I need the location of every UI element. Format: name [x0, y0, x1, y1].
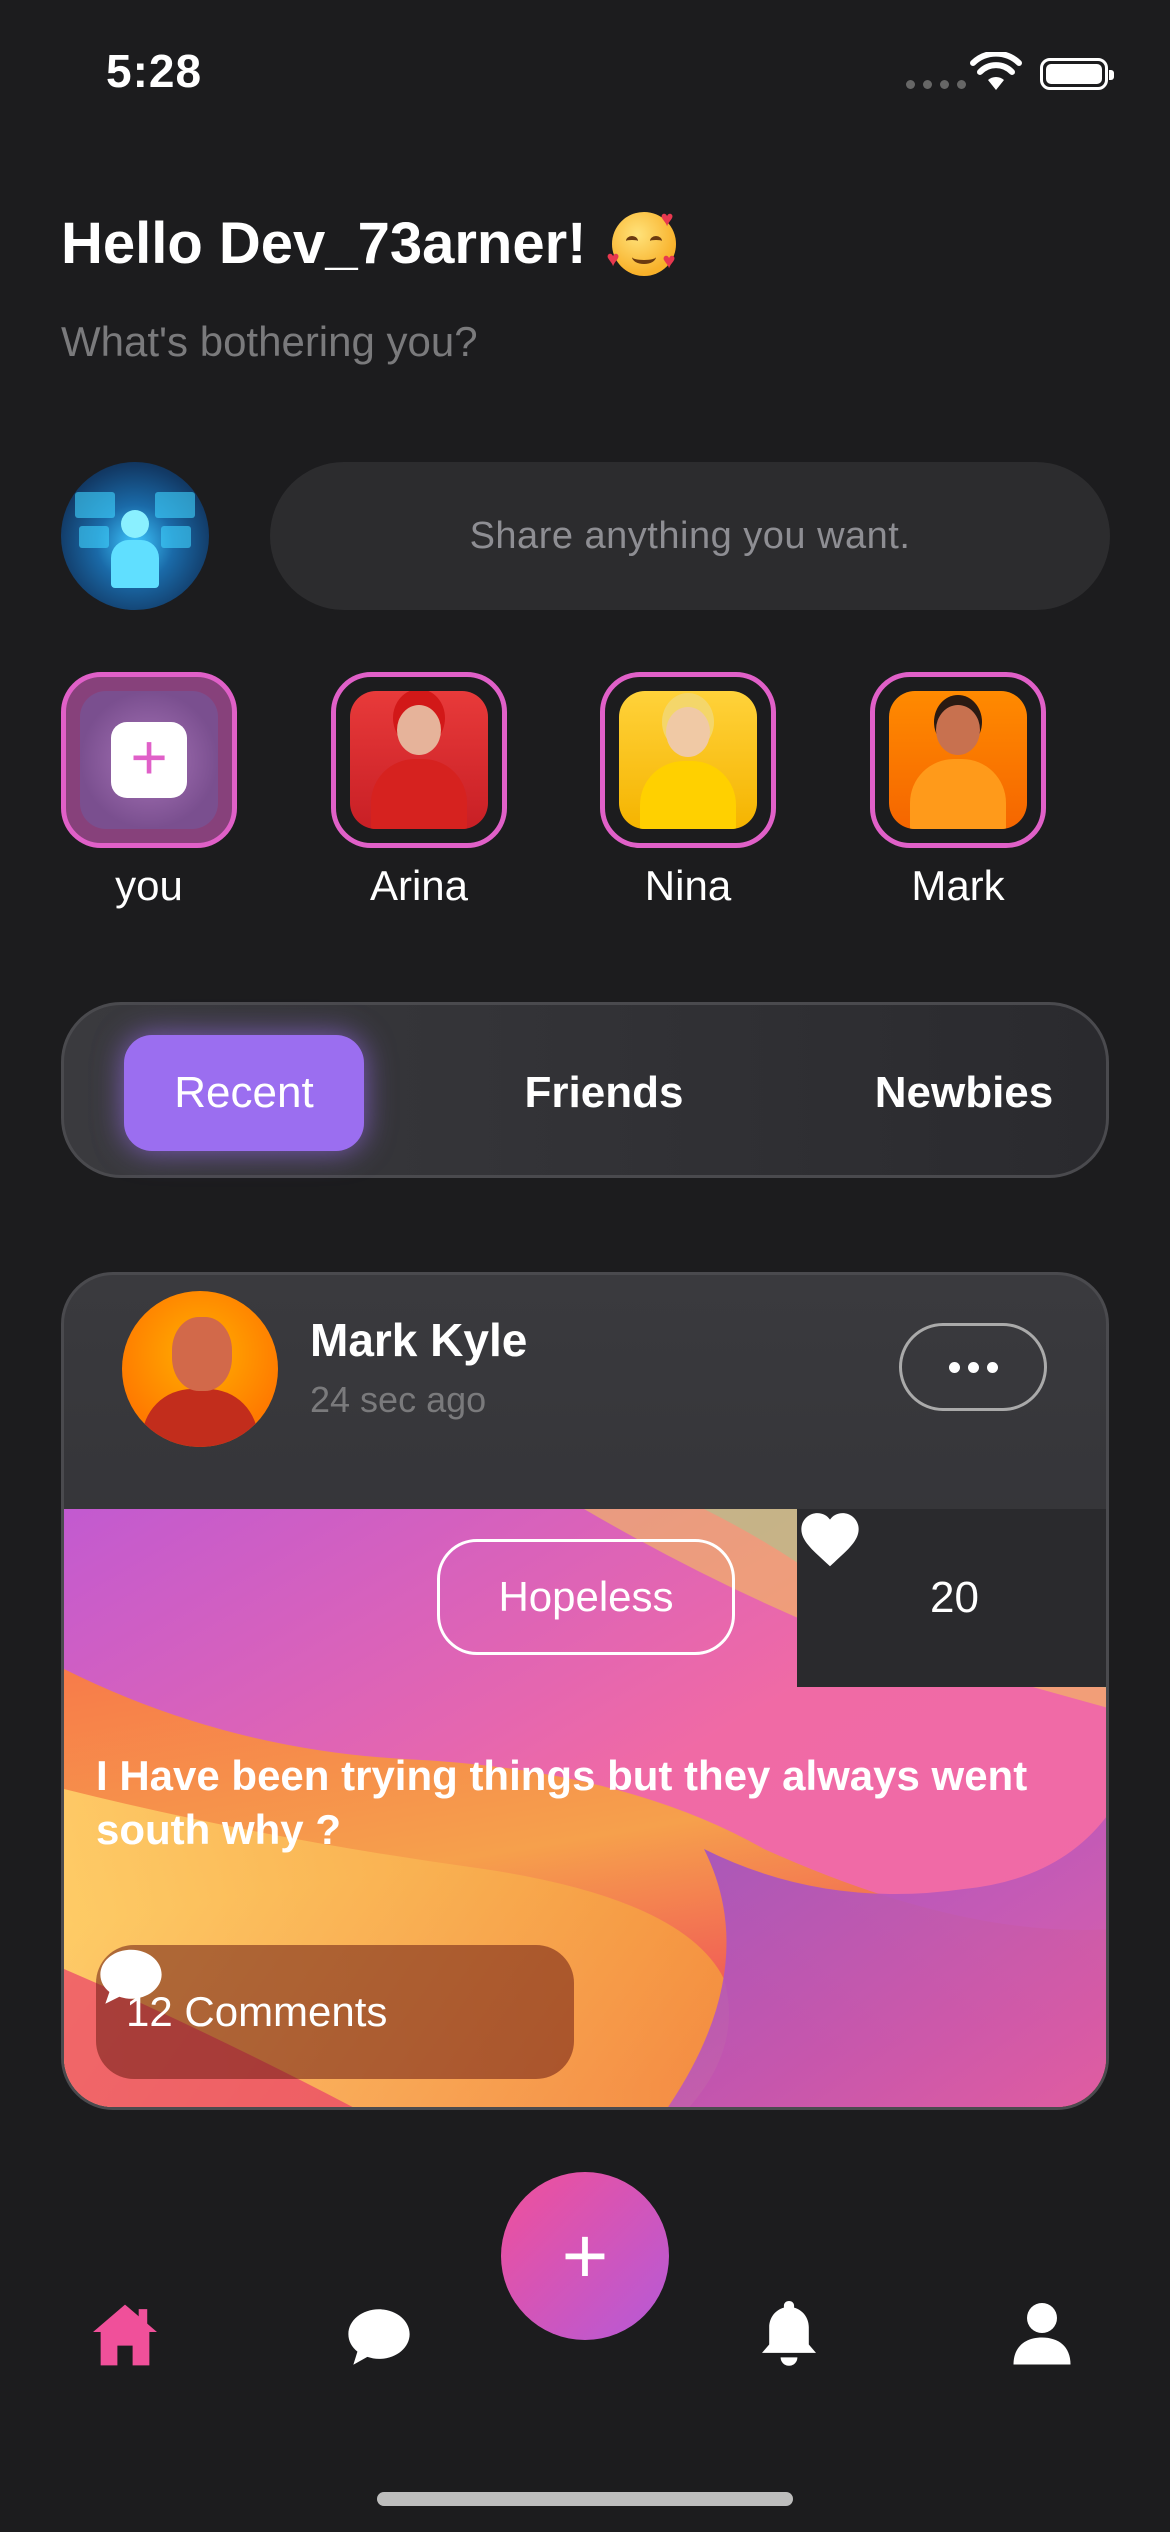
tab-newbies[interactable]: Newbies [844, 1035, 1084, 1151]
comments-button[interactable]: 12 Comments [96, 1945, 574, 2079]
likes-panel: 20 [797, 1509, 1106, 1687]
battery-icon [1040, 58, 1114, 90]
wifi-icon [970, 52, 1022, 90]
post-card: Mark Kyle 24 sec ago Hopeless 20 I Have … [61, 1272, 1109, 2110]
author-name[interactable]: Mark Kyle [310, 1313, 527, 1367]
story-mark[interactable]: Mark [870, 672, 1046, 910]
story-you[interactable]: + you [61, 672, 237, 910]
mood-tag[interactable]: Hopeless [437, 1539, 735, 1655]
post-time: 24 sec ago [310, 1379, 487, 1420]
story-name: you [115, 862, 183, 909]
my-avatar[interactable] [61, 462, 209, 610]
tab-recent[interactable]: Recent [124, 1035, 364, 1151]
add-post-button[interactable]: + [501, 2172, 669, 2340]
add-story-icon[interactable]: + [111, 722, 187, 798]
story-name: Arina [369, 862, 469, 909]
author-avatar[interactable] [122, 1291, 278, 1447]
profile-icon[interactable] [1012, 2300, 1072, 2366]
story-avatar [889, 691, 1027, 829]
story-avatar [619, 691, 757, 829]
story-avatar [350, 691, 488, 829]
story-arina[interactable]: Arina [331, 672, 507, 910]
story-nina[interactable]: Nina [600, 672, 776, 910]
heart-icon[interactable] [797, 1509, 863, 1569]
bell-icon[interactable] [756, 2298, 822, 2370]
home-indicator [377, 2492, 793, 2506]
tab-friends[interactable]: Friends [484, 1035, 724, 1151]
post-image: Hopeless 20 I Have been trying things bu… [64, 1509, 1106, 2107]
greeting-subtitle: What's bothering you? [61, 318, 478, 365]
home-icon[interactable] [88, 2300, 162, 2370]
story-name: Mark [911, 862, 1005, 909]
more-options-button[interactable] [899, 1323, 1047, 1411]
post-text: I Have been trying things but they alway… [96, 1752, 1028, 1853]
status-time: 5:28 [106, 45, 203, 97]
feed-tabs: Recent Friends Newbies [61, 1002, 1109, 1178]
add-icon: + [561, 2211, 609, 2300]
comment-bubble-icon [100, 1949, 162, 2004]
likes-count: 20 [930, 1573, 979, 1622]
smiling-face-with-hearts-icon: ♥ ♥ ♥ [606, 206, 677, 276]
signal-icon [906, 80, 966, 89]
greeting-title: Hello Dev_73arner! [61, 211, 587, 276]
chat-icon[interactable] [344, 2304, 414, 2370]
share-input[interactable]: Share anything you want. [270, 462, 1110, 610]
greeting: Hello Dev_73arner! ♥ ♥ ♥ [61, 206, 677, 277]
story-name: Nina [644, 862, 732, 909]
